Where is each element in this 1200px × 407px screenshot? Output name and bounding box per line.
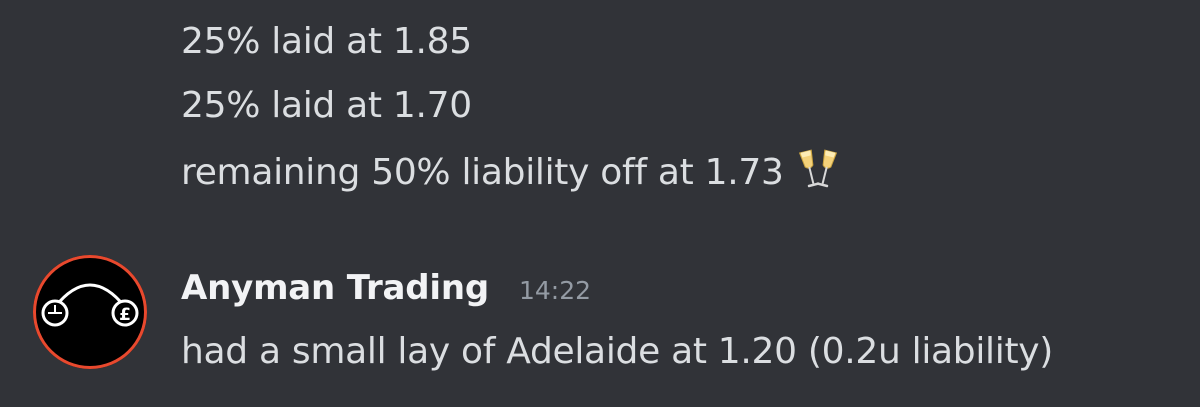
message-timestamp[interactable]: 14:22 <box>519 276 591 306</box>
avatar[interactable]: £ <box>33 255 147 369</box>
message-line: 25% laid at 1.85 <box>181 21 472 62</box>
chat-message-list: 25% laid at 1.85 25% laid at 1.70 remain… <box>0 0 1200 407</box>
message-line: 25% laid at 1.70 <box>181 85 472 126</box>
message-line-text: remaining 50% liability off at 1.73 <box>181 152 784 193</box>
message-line: had a small lay of Adelaide at 1.20 (0.2… <box>181 331 1054 372</box>
message-author[interactable]: Anyman Trading <box>181 266 489 310</box>
message-line: remaining 50% liability off at 1.73 <box>181 148 840 196</box>
champagne-glasses-icon <box>796 148 840 192</box>
headphones-pound-icon: £ <box>41 283 139 327</box>
svg-text:£: £ <box>119 305 131 325</box>
